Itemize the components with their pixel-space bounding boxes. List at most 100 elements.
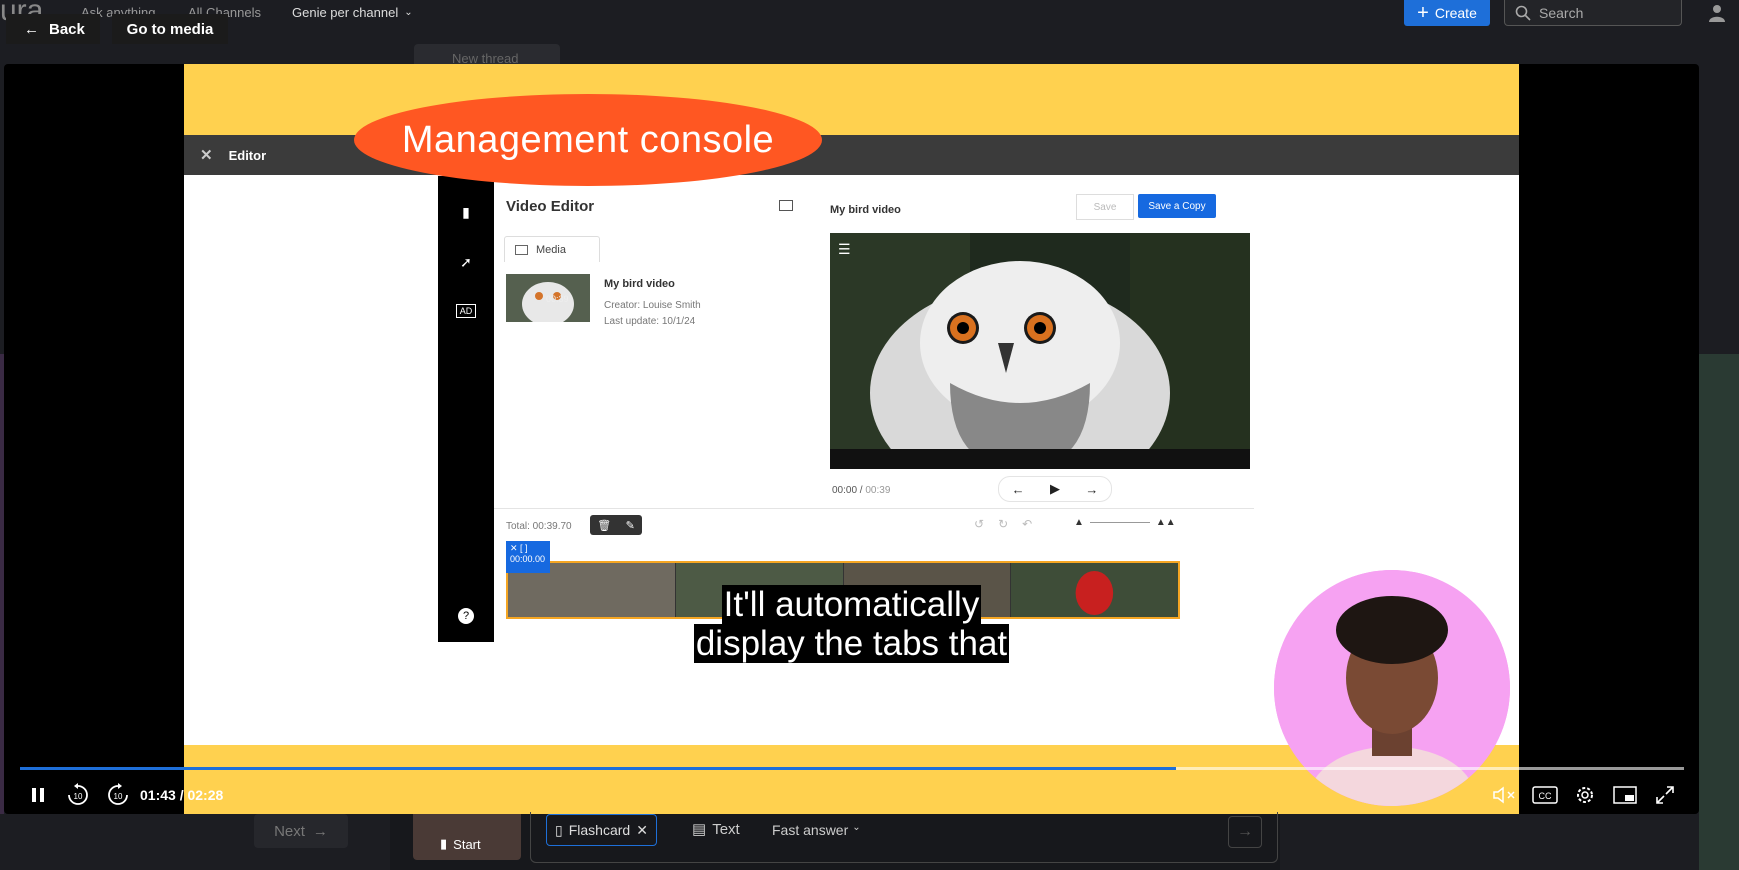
back-label: Back <box>49 20 85 38</box>
chevron-down-icon: ⌄ <box>852 822 861 833</box>
presenter-image <box>1274 570 1510 806</box>
arrow-right-icon: → <box>1237 823 1253 840</box>
next-button[interactable]: Next → <box>254 814 348 848</box>
redo-icon: ↻ <box>998 517 1009 531</box>
plus-icon: + <box>1417 2 1429 24</box>
flashcard-icon: ▯ <box>555 821 563 838</box>
timeline-history: ↺ ↻ ↶ <box>974 517 1032 531</box>
folder-icon <box>515 244 528 255</box>
preview-transport: ← ▶ → <box>998 476 1112 502</box>
next-label: Next <box>274 822 305 840</box>
svg-text:CC: CC <box>1539 791 1552 801</box>
zoom-out-icon: ▲ <box>1074 517 1084 528</box>
tab-media-label: Media <box>536 243 566 256</box>
media-panel: Video Editor Media 00:39 My bird video C… <box>494 176 813 508</box>
clip-tag-icons: ✕ [ ] <box>510 543 528 553</box>
arrow-right-icon: → <box>1085 481 1099 497</box>
captions-button[interactable]: CC <box>1530 780 1560 810</box>
media-meta: Creator: Louise Smith Last update: 10/1/… <box>604 298 701 330</box>
fullscreen-button[interactable] <box>1650 780 1680 810</box>
bookmark-icon: ▮ <box>462 204 470 220</box>
preview-time: 00:00 / 00:39 <box>832 485 890 496</box>
fast-answer-label: Fast answer <box>772 822 849 838</box>
history-icon: ↺ <box>974 517 985 531</box>
user-icon[interactable] <box>1707 3 1727 23</box>
menu-icon: ☰ <box>838 241 851 257</box>
rewind-10-button[interactable]: 10 <box>64 780 92 810</box>
mute-button[interactable] <box>1490 780 1520 810</box>
new-thread-tab[interactable]: New thread <box>414 44 560 66</box>
media-name: My bird video <box>604 278 675 290</box>
zoom-track <box>1089 522 1150 523</box>
chevron-down-icon: ⌄ <box>404 7 413 18</box>
arrow-left-icon: ← <box>24 20 39 38</box>
back-button[interactable]: ← Back <box>6 14 100 44</box>
seek-bar-progress <box>20 767 1177 770</box>
close-icon[interactable]: ✕ <box>636 822 648 839</box>
pip-icon <box>1613 786 1637 804</box>
slide-banner: Management console <box>354 94 822 186</box>
caption-text-2: display the tabs that <box>693 624 1010 663</box>
background-panel-right <box>1699 354 1739 870</box>
caption-text-1: It'll automatically <box>721 585 982 624</box>
nav-genie-per-channel[interactable]: Genie per channel ⌄ <box>292 5 413 21</box>
media-last-update: Last update: 10/1/24 <box>604 316 696 327</box>
time-readout: 01:43 / 02:28 <box>140 787 224 803</box>
timeline-tools: 🗑 ✎ <box>590 515 642 535</box>
presenter-avatar <box>1274 570 1510 806</box>
preview-duration: 00:39 <box>865 485 891 496</box>
top-app-bar: ura Ask anything All Channels Genie per … <box>0 0 1739 27</box>
volume-muted-icon <box>1493 786 1515 804</box>
expand-icon <box>1656 786 1674 804</box>
forward-10-button[interactable]: 10 <box>104 780 132 810</box>
editor-sidebar: ▮ ➚ AD ? <box>438 176 494 642</box>
cc-icon: CC <box>1532 786 1558 804</box>
picture-in-picture-button[interactable] <box>1610 780 1640 810</box>
gear-icon <box>1577 787 1593 803</box>
owl-image <box>830 233 1250 469</box>
editor-bar-label: Editor <box>228 147 267 163</box>
video-player[interactable]: ✕ Editor ▮ ➚ AD ? Video Editor Media 00:… <box>4 64 1699 814</box>
go-to-media-button[interactable]: Go to media <box>112 14 228 44</box>
search-placeholder: Search <box>1539 4 1584 21</box>
trash-icon: 🗑 <box>597 519 612 532</box>
audio-description-icon: AD <box>456 304 476 318</box>
save-button: Save <box>1076 194 1134 220</box>
text-icon: ▤ <box>692 821 707 838</box>
svg-text:10: 10 <box>74 792 83 801</box>
seek-bar[interactable] <box>20 767 1684 770</box>
clip-tag: ✕ [ ] 00:00.00 <box>506 541 550 573</box>
forward-10-icon: 10 <box>108 783 128 805</box>
flashcard-label: Flashcard <box>568 822 631 838</box>
panel-toggle-icon <box>779 200 793 211</box>
svg-text:10: 10 <box>114 792 123 801</box>
flashcard-chip[interactable]: ▯ Flashcard ✕ <box>546 814 657 846</box>
pause-button[interactable] <box>24 780 52 810</box>
create-button[interactable]: + Create <box>1404 0 1490 26</box>
preview-panel: My bird video Save Save a Copy ☰ 00:00 /… <box>812 176 1254 508</box>
zoom-slider: ▲ ▲▲ <box>1074 517 1176 528</box>
preview-title: My bird video <box>830 204 901 216</box>
edit-icon: ✎ <box>625 519 635 532</box>
media-duration: 00:39 <box>546 294 569 304</box>
preview-controls-bar <box>830 449 1250 469</box>
preview-current-time: 00:00 / <box>832 485 863 496</box>
pause-icon <box>32 788 44 802</box>
start-text: Start <box>453 836 481 852</box>
send-button[interactable]: → <box>1228 816 1262 848</box>
zoom-in-icon: ▲▲ <box>1155 517 1176 528</box>
search-input[interactable]: Search <box>1504 0 1682 26</box>
timeline-total: Total: 00:39.70 <box>506 521 572 532</box>
cursor-icon: ➚ <box>460 254 472 270</box>
tab-media: Media <box>504 236 600 262</box>
rewind-10-icon: 10 <box>68 783 88 805</box>
video-editor-title: Video Editor <box>506 198 595 215</box>
fast-answer-dropdown[interactable]: Fast answer ⌄ <box>772 822 861 838</box>
text-option[interactable]: ▤ Text <box>692 820 740 839</box>
settings-button[interactable] <box>1570 780 1600 810</box>
arrow-right-icon: → <box>312 822 328 840</box>
nav-genie-label: Genie per channel <box>292 5 399 20</box>
media-thumbnail: 00:39 <box>506 274 590 326</box>
play-icon: ▶ <box>1049 481 1060 496</box>
clip-time: 00:00.00 <box>510 554 546 564</box>
